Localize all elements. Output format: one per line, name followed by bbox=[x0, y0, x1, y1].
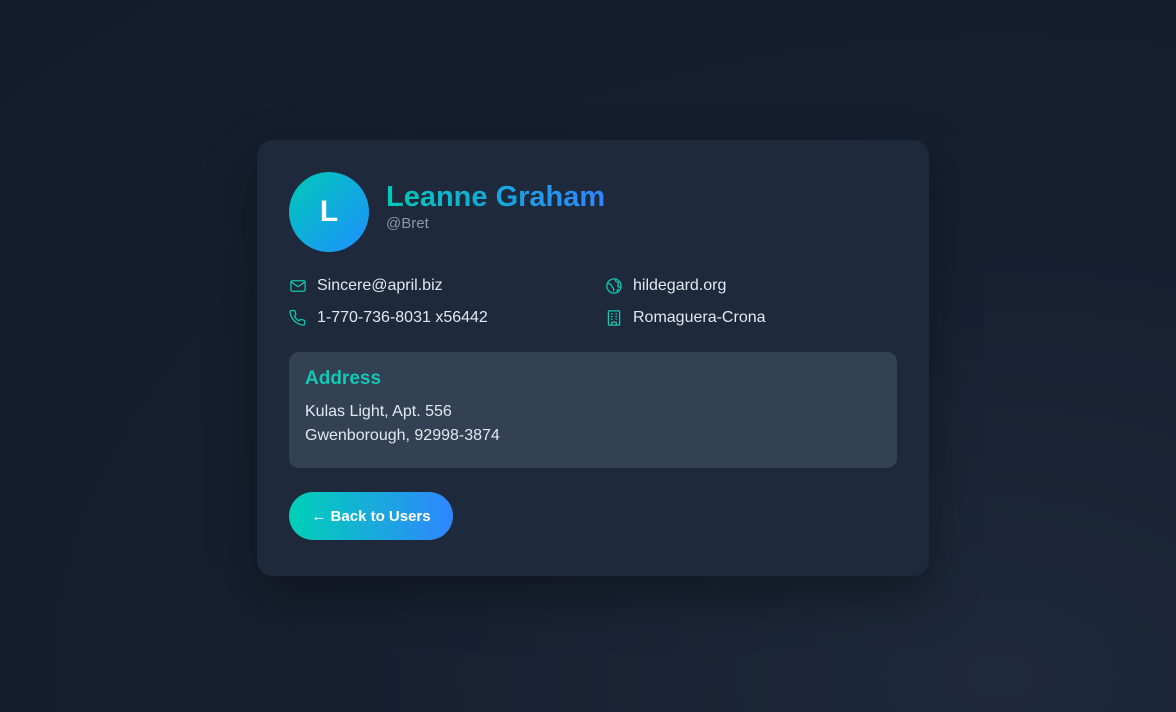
back-to-users-button[interactable]: ← Back to Users bbox=[289, 492, 453, 540]
avatar-initial: L bbox=[319, 195, 339, 228]
phone-icon bbox=[289, 309, 307, 327]
address-title: Address bbox=[305, 368, 382, 389]
avatar: L bbox=[289, 172, 369, 252]
address-line-1: Kulas Light, Apt. 556 bbox=[305, 403, 452, 420]
user-detail-card: L Leanne Graham @Bret Sincere@april.biz … bbox=[257, 140, 929, 576]
user-header: L Leanne Graham @Bret bbox=[289, 172, 897, 252]
website-item[interactable]: hildegard.org bbox=[605, 276, 895, 296]
name-block: Leanne Graham @Bret bbox=[386, 179, 605, 232]
globe-icon bbox=[605, 277, 623, 295]
mail-icon bbox=[289, 277, 307, 295]
website-text: hildegard.org bbox=[633, 277, 727, 294]
company-item: Romaguera-Crona bbox=[605, 308, 895, 328]
company-text: Romaguera-Crona bbox=[633, 309, 766, 326]
address-line-2: Gwenborough, 92998-3874 bbox=[305, 427, 500, 444]
address-panel: Address Kulas Light, Apt. 556 Gwenboroug… bbox=[289, 352, 897, 468]
email-text: Sincere@april.biz bbox=[317, 277, 443, 294]
building-icon bbox=[605, 309, 623, 327]
email-item[interactable]: Sincere@april.biz bbox=[289, 276, 605, 296]
phone-text: 1-770-736-8031 x56442 bbox=[317, 309, 488, 326]
user-handle: @Bret bbox=[386, 214, 429, 232]
phone-item[interactable]: 1-770-736-8031 x56442 bbox=[289, 308, 605, 328]
contact-info: Sincere@april.biz hildegard.org 1-770-73… bbox=[289, 276, 897, 328]
user-name: Leanne Graham bbox=[386, 180, 606, 213]
